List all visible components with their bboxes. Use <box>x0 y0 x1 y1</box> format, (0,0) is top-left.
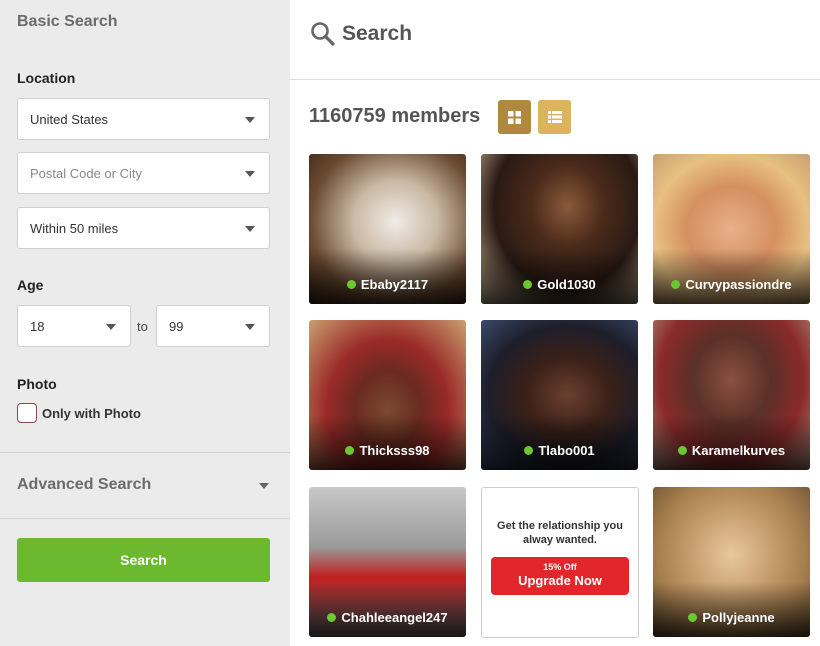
online-status-icon <box>327 613 337 622</box>
photo-label: Photo <box>17 376 57 392</box>
age-min-select[interactable]: 18 <box>17 305 131 347</box>
member-card[interactable]: Gold1030 <box>481 154 638 304</box>
upgrade-promo-card: Get the relationship you alway wanted. 1… <box>481 487 639 638</box>
advanced-search-toggle[interactable]: Advanced Search <box>17 476 151 494</box>
divider <box>0 452 290 453</box>
country-select[interactable]: United States <box>17 98 270 140</box>
member-count: 1160759 members <box>309 105 481 127</box>
member-card[interactable]: Chahleeangel247 <box>309 487 466 637</box>
online-status-icon <box>688 613 698 622</box>
age-to-label: to <box>137 319 148 334</box>
country-value: United States <box>30 111 109 127</box>
postal-city-select[interactable]: Postal Code or City <box>17 152 270 194</box>
member-card[interactable]: Curvypassiondre <box>653 154 810 304</box>
chevron-down-icon <box>245 171 255 177</box>
member-card[interactable]: Pollyjeanne <box>653 487 810 637</box>
member-name: Ebaby2117 <box>360 277 429 292</box>
chevron-down-icon <box>245 117 255 123</box>
search-icon <box>311 22 335 46</box>
location-label: Location <box>17 70 76 86</box>
only-with-photo-checkbox[interactable] <box>17 403 37 423</box>
search-sidebar: Basic Search Location United States Post… <box>0 0 290 646</box>
member-name: Karamelkurves <box>691 443 786 458</box>
member-card[interactable]: Karamelkurves <box>653 320 810 470</box>
member-card[interactable]: Ebaby2117 <box>309 154 466 304</box>
promo-text: Get the relationship you alway wanted. <box>497 520 623 546</box>
grid-view-button[interactable] <box>498 100 531 134</box>
age-max-select[interactable]: 99 <box>156 305 270 347</box>
list-icon <box>547 111 562 123</box>
search-button[interactable]: Search <box>17 538 270 582</box>
age-label: Age <box>17 277 44 293</box>
divider <box>0 518 290 519</box>
discount-label: 15% Off <box>543 562 577 572</box>
basic-search-title: Basic Search <box>17 13 118 30</box>
member-name: Thicksss98 <box>359 443 430 458</box>
distance-select[interactable]: Within 50 miles <box>17 207 270 249</box>
upgrade-label: Upgrade Now <box>518 573 602 588</box>
member-name: Curvypassiondre <box>685 277 792 292</box>
chevron-down-icon <box>245 226 255 232</box>
postal-city-placeholder: Postal Code or City <box>30 165 142 181</box>
member-name: Pollyjeanne <box>702 610 775 625</box>
distance-value: Within 50 miles <box>30 220 119 236</box>
online-status-icon <box>671 280 681 289</box>
only-with-photo-label[interactable]: Only with Photo <box>42 406 141 421</box>
age-max-value: 99 <box>169 318 184 334</box>
page-title: Search <box>342 22 413 45</box>
chevron-down-icon <box>106 324 116 330</box>
member-name: Gold1030 <box>537 277 596 292</box>
member-card[interactable]: Tlabo001 <box>481 320 638 470</box>
online-status-icon <box>345 446 355 455</box>
online-status-icon <box>523 280 533 289</box>
age-min-value: 18 <box>30 318 45 334</box>
member-card[interactable]: Thicksss98 <box>309 320 466 470</box>
list-view-button[interactable] <box>538 100 571 134</box>
online-status-icon <box>677 446 687 455</box>
upgrade-now-button[interactable]: 15% Off Upgrade Now <box>491 557 629 595</box>
page-header: Search <box>290 0 820 80</box>
online-status-icon <box>346 280 356 289</box>
chevron-down-icon[interactable] <box>259 483 269 489</box>
online-status-icon <box>524 446 534 455</box>
member-name: Chahleeangel247 <box>341 610 448 625</box>
chevron-down-icon <box>245 324 255 330</box>
member-name: Tlabo001 <box>538 443 595 458</box>
grid-icon <box>508 110 521 124</box>
